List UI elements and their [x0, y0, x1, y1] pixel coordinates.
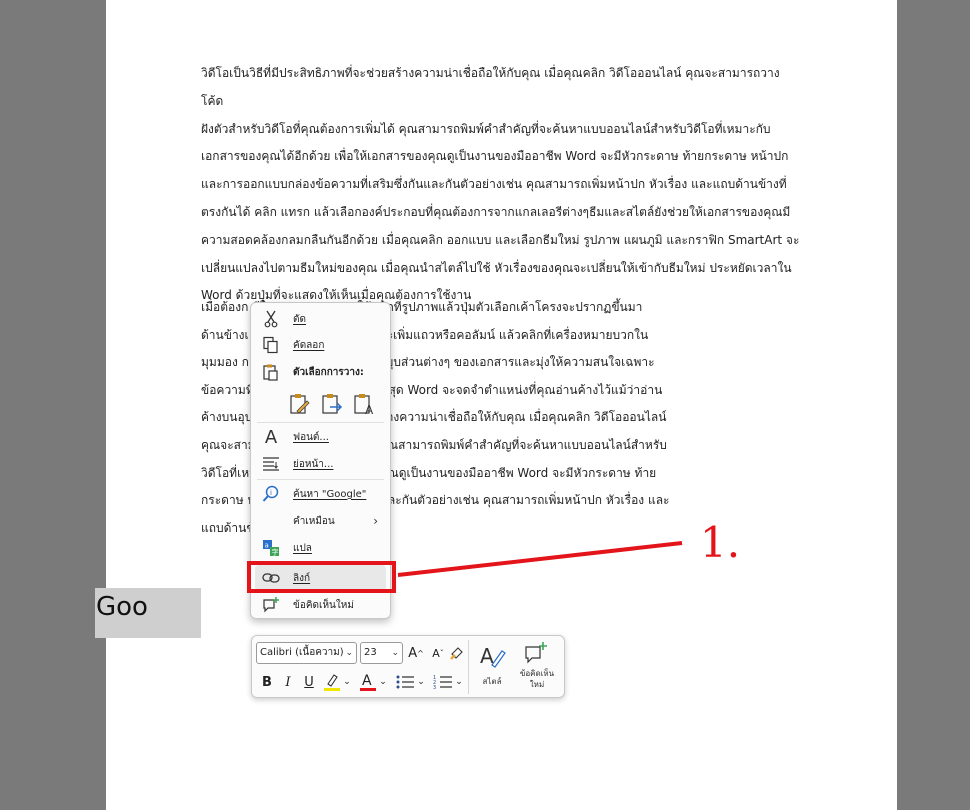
- chevron-down-icon[interactable]: ⌄: [342, 674, 352, 690]
- font-size-value: 23: [364, 647, 377, 658]
- chevron-down-icon: ⌄: [345, 648, 353, 658]
- new-comment-label-line-2: ใหม่: [529, 680, 545, 689]
- toolbar-separator: [468, 640, 469, 694]
- menu-item-search-label: ค้นหา "Google": [293, 488, 367, 500]
- svg-text:字: 字: [272, 548, 279, 557]
- search-icon: i: [261, 484, 281, 504]
- chevron-down-icon: ⌄: [391, 648, 399, 658]
- annotation-step-number: 1.: [700, 518, 741, 567]
- paste-keep-formatting-icon[interactable]: [287, 391, 313, 417]
- styles-label: สไตล์: [482, 677, 502, 686]
- svg-text:a: a: [265, 542, 269, 550]
- menu-item-copy-label: คัดลอก: [293, 339, 325, 351]
- numbering-icon[interactable]: 123: [432, 672, 454, 692]
- menu-item-synonyms[interactable]: คำเหมือน ›: [255, 508, 386, 534]
- new-comment-icon[interactable]: [522, 640, 550, 666]
- paste-merge-formatting-icon[interactable]: [319, 391, 345, 417]
- grow-font-icon[interactable]: A ^: [406, 643, 426, 663]
- shrink-font-icon[interactable]: Aˇ: [428, 643, 448, 663]
- paste-text-only-icon[interactable]: A: [351, 391, 377, 417]
- menu-item-cut-label: ตัด: [293, 313, 306, 325]
- font-color-icon[interactable]: A: [358, 672, 378, 692]
- document-paragraph-1: วิดีโอเป็นวิธีที่มีประสิทธิภาพที่จะช่วยส…: [201, 66, 800, 303]
- menu-separator: [257, 422, 384, 423]
- italic-button[interactable]: I: [279, 672, 297, 692]
- svg-text:i: i: [270, 489, 272, 497]
- menu-separator: [257, 479, 384, 480]
- paste-options-row: A: [287, 391, 377, 417]
- menu-item-paragraph-label: ย่อหน้า...: [293, 458, 334, 470]
- new-comment-icon: [261, 595, 281, 615]
- translate-icon: a字: [261, 538, 281, 558]
- menu-item-paste-options: ตัวเลือกการวาง:: [255, 359, 386, 385]
- menu-item-copy[interactable]: คัดลอก: [255, 332, 386, 358]
- menu-item-paragraph[interactable]: ย่อหน้า...: [255, 451, 386, 477]
- styles-icon[interactable]: A: [476, 642, 510, 670]
- mini-toolbar: Calibri (เนื้อความ) ⌄ 23 ⌄ A ^ Aˇ B I U ⌄…: [251, 635, 565, 698]
- menu-item-translate-label: แปล: [293, 542, 312, 554]
- highlight-color-icon[interactable]: [322, 672, 342, 692]
- font-icon: A: [264, 426, 278, 448]
- paragraph-icon: [261, 454, 281, 474]
- svg-text:A: A: [365, 403, 374, 416]
- underline-button[interactable]: U: [300, 672, 318, 692]
- chevron-down-icon[interactable]: ⌄: [416, 674, 426, 690]
- menu-item-font-label: ฟอนต์...: [293, 431, 329, 443]
- new-comment-label: ข้อคิดเห็น ใหม่: [514, 668, 560, 690]
- paste-options-label: ตัวเลือกการวาง:: [293, 366, 364, 378]
- bold-button[interactable]: B: [258, 672, 276, 692]
- highlight-box: [247, 561, 396, 593]
- chevron-right-icon: ›: [373, 514, 378, 528]
- chevron-down-icon[interactable]: ⌄: [454, 674, 464, 690]
- selected-text[interactable]: Goo: [95, 588, 201, 638]
- format-painter-icon[interactable]: [448, 643, 466, 663]
- menu-item-synonyms-label: คำเหมือน: [293, 515, 335, 527]
- menu-item-cut[interactable]: ตัด: [255, 306, 386, 332]
- font-name-value: Calibri (เนื้อความ): [260, 647, 344, 658]
- new-comment-label-line-1: ข้อคิดเห็น: [519, 669, 555, 678]
- menu-item-translate[interactable]: a字 แปล: [255, 535, 386, 561]
- bullets-icon[interactable]: [394, 672, 416, 692]
- svg-text:3: 3: [433, 685, 436, 690]
- scissors-icon: [261, 309, 281, 329]
- svg-text:A: A: [362, 673, 372, 689]
- menu-item-search[interactable]: i ค้นหา "Google": [255, 481, 386, 507]
- font-size-dropdown[interactable]: 23 ⌄: [360, 642, 403, 664]
- paste-icon: [261, 362, 281, 382]
- menu-item-font[interactable]: A ฟอนต์...: [255, 424, 386, 450]
- copy-icon: [261, 335, 281, 355]
- font-name-dropdown[interactable]: Calibri (เนื้อความ) ⌄: [256, 642, 357, 664]
- menu-item-new-comment-label: ข้อคิดเห็นใหม่: [293, 599, 354, 611]
- menu-item-new-comment[interactable]: ข้อคิดเห็นใหม่: [255, 592, 386, 618]
- chevron-down-icon[interactable]: ⌄: [378, 674, 388, 690]
